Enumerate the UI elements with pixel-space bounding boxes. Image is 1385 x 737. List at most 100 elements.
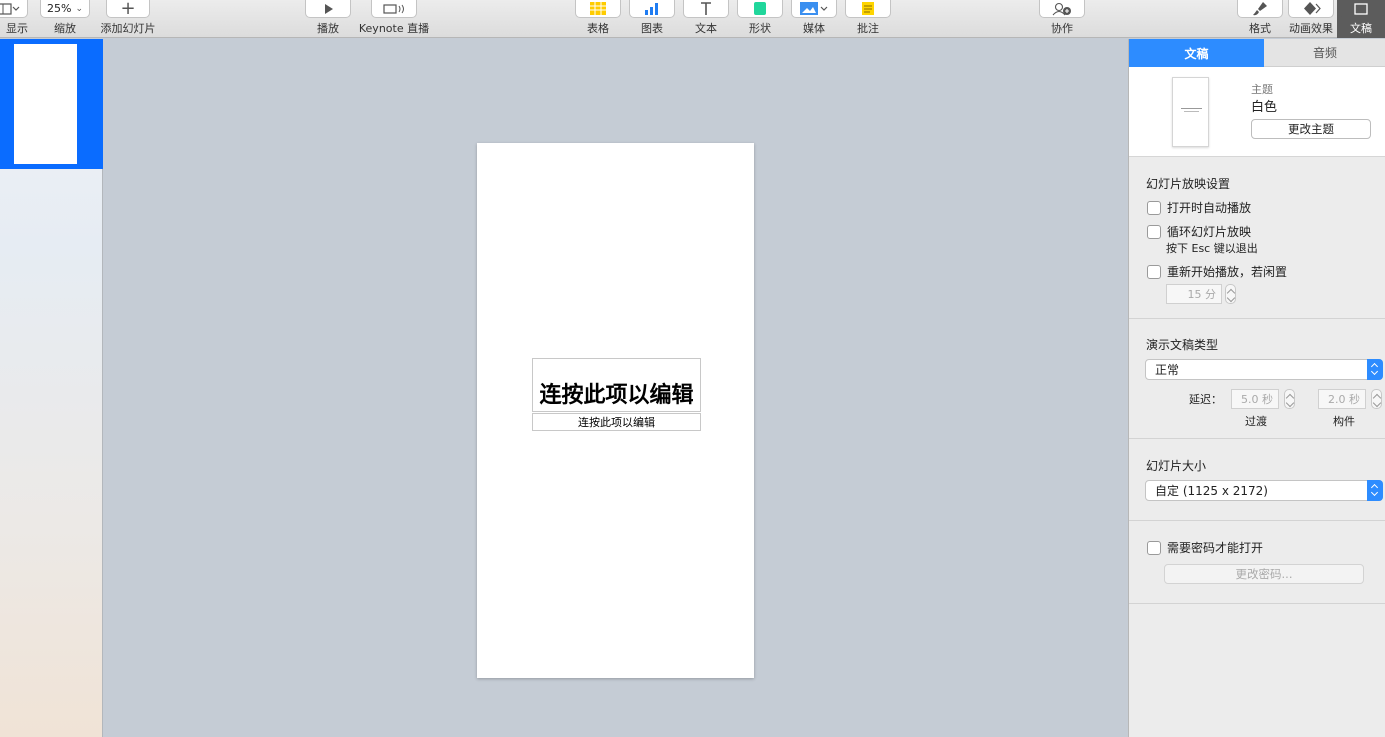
- media-button[interactable]: [791, 0, 837, 18]
- playback-section-title: 幻灯片放映设置: [1146, 177, 1231, 191]
- chart-button[interactable]: [629, 0, 675, 18]
- add-slide-control[interactable]: + 添加幻灯片: [100, 0, 156, 38]
- comment-control[interactable]: 批注: [845, 0, 891, 38]
- comment-icon: [862, 1, 874, 15]
- format-label: 格式: [1249, 22, 1271, 35]
- collaborate-icon: [1052, 2, 1071, 15]
- media-control[interactable]: 媒体: [791, 0, 837, 38]
- slide-thumbnail[interactable]: [14, 44, 77, 164]
- idle-minutes-stepper[interactable]: [1225, 284, 1236, 304]
- autoplay-label: 打开时自动播放: [1167, 201, 1252, 215]
- text-control[interactable]: 文本: [683, 0, 729, 38]
- animate-label: 动画效果: [1289, 22, 1333, 35]
- transition-delay-stepper[interactable]: [1284, 389, 1295, 409]
- table-button[interactable]: [575, 0, 621, 18]
- chevron-down-icon: ⌄: [75, 3, 83, 14]
- subtitle-placeholder[interactable]: 连按此项以编辑: [532, 413, 701, 431]
- media-icon: [800, 1, 828, 15]
- loop-hint: 按下 Esc 键以退出: [1166, 242, 1258, 255]
- theme-value: 白色: [1251, 100, 1278, 115]
- keynote-live-control[interactable]: Keynote 直播: [356, 0, 432, 38]
- play-button[interactable]: [305, 0, 351, 18]
- format-button[interactable]: [1237, 0, 1283, 18]
- chart-icon: [645, 2, 658, 15]
- idle-minutes-field[interactable]: 15 分: [1166, 284, 1222, 304]
- view-icon: [0, 2, 20, 15]
- play-icon: [325, 3, 333, 14]
- loop-checkbox[interactable]: [1147, 224, 1161, 239]
- slide-canvas: 连按此项以编辑 连按此项以编辑: [104, 39, 1128, 737]
- password-checkbox[interactable]: [1147, 540, 1161, 555]
- build-delay-field[interactable]: 2.0 秒: [1318, 389, 1366, 409]
- keynote-live-button[interactable]: [371, 0, 417, 18]
- paintbrush-icon: [1253, 1, 1267, 15]
- document-button[interactable]: [1338, 0, 1384, 18]
- theme-thumbnail-subtitle-line: [1184, 111, 1199, 112]
- play-label: 播放: [317, 22, 339, 35]
- play-control[interactable]: 播放: [305, 0, 351, 38]
- view-button[interactable]: [0, 0, 28, 18]
- select-arrows-icon: [1367, 359, 1383, 380]
- password-row[interactable]: 需要密码才能打开: [1147, 539, 1263, 556]
- collaborate-button[interactable]: [1039, 0, 1085, 18]
- chart-control[interactable]: 图表: [629, 0, 675, 38]
- zoom-control[interactable]: 25% ⌄ 缩放: [40, 0, 90, 38]
- animate-button[interactable]: [1288, 0, 1334, 18]
- format-control[interactable]: 格式: [1236, 0, 1284, 38]
- restart-row[interactable]: 重新开始播放，若闲置: [1147, 263, 1287, 280]
- autoplay-row[interactable]: 打开时自动播放: [1147, 199, 1251, 216]
- loop-label: 循环幻灯片放映: [1167, 225, 1252, 239]
- slide-navigator: [0, 39, 103, 737]
- restart-checkbox[interactable]: [1147, 264, 1161, 279]
- tab-audio[interactable]: 音频: [1264, 39, 1385, 67]
- zoom-value: 25%: [47, 2, 72, 15]
- transition-delay-field[interactable]: 5.0 秒: [1231, 389, 1279, 409]
- delay-label: 延迟：: [1189, 393, 1222, 406]
- loop-row[interactable]: 循环幻灯片放映: [1147, 223, 1251, 240]
- plus-icon: +: [120, 0, 136, 19]
- keynote-live-label: Keynote 直播: [358, 22, 430, 35]
- shape-button[interactable]: [737, 0, 783, 18]
- document-inspector: 文稿 音频 主题 白色 更改主题 幻灯片放映设置 打开时自动播放 循环幻灯片放映…: [1128, 39, 1385, 737]
- document-control[interactable]: 文稿: [1337, 0, 1385, 38]
- comment-label: 批注: [857, 22, 879, 35]
- password-label: 需要密码才能打开: [1167, 541, 1264, 555]
- theme-thumbnail-title-line: [1181, 108, 1202, 109]
- table-control[interactable]: 表格: [575, 0, 621, 38]
- presentation-type-section-title: 演示文稿类型: [1146, 338, 1219, 352]
- table-label: 表格: [587, 22, 609, 35]
- collaborate-label: 协作: [1051, 22, 1073, 35]
- change-theme-button[interactable]: 更改主题: [1251, 119, 1371, 139]
- shape-control[interactable]: 形状: [737, 0, 783, 38]
- comment-button[interactable]: [845, 0, 891, 18]
- slide-size-select[interactable]: 自定 (1125 x 2172): [1145, 480, 1383, 501]
- theme-label: 主题: [1251, 83, 1273, 96]
- theme-section: 主题 白色 更改主题: [1129, 67, 1385, 157]
- divider: [1129, 603, 1385, 604]
- slide[interactable]: 连按此项以编辑 连按此项以编辑: [477, 143, 754, 678]
- presentation-type-select[interactable]: 正常: [1145, 359, 1383, 380]
- add-slide-label: 添加幻灯片: [100, 22, 156, 35]
- text-button[interactable]: [683, 0, 729, 18]
- shape-icon: [754, 1, 766, 15]
- chart-label: 图表: [641, 22, 663, 35]
- zoom-select[interactable]: 25% ⌄: [40, 0, 90, 18]
- autoplay-checkbox[interactable]: [1147, 200, 1161, 215]
- change-password-button[interactable]: 更改密码...: [1164, 564, 1364, 584]
- collaborate-control[interactable]: 协作: [1038, 0, 1086, 38]
- transition-label: 过渡: [1245, 415, 1267, 428]
- slide-thumbnail-selection[interactable]: [0, 39, 103, 169]
- build-label: 构件: [1333, 415, 1355, 428]
- view-control[interactable]: 显示: [0, 0, 30, 38]
- title-placeholder[interactable]: 连按此项以编辑: [532, 358, 701, 412]
- tab-document[interactable]: 文稿: [1129, 39, 1264, 67]
- build-delay-stepper[interactable]: [1371, 389, 1382, 409]
- shape-label: 形状: [749, 22, 771, 35]
- select-arrows-icon: [1367, 480, 1383, 501]
- slide-size-value: 自定 (1125 x 2172): [1155, 484, 1268, 498]
- add-slide-button[interactable]: +: [106, 0, 150, 19]
- table-icon: [590, 1, 606, 15]
- text-label: 文本: [695, 22, 717, 35]
- presentation-type-value: 正常: [1155, 363, 1180, 377]
- animate-control[interactable]: 动画效果: [1287, 0, 1335, 38]
